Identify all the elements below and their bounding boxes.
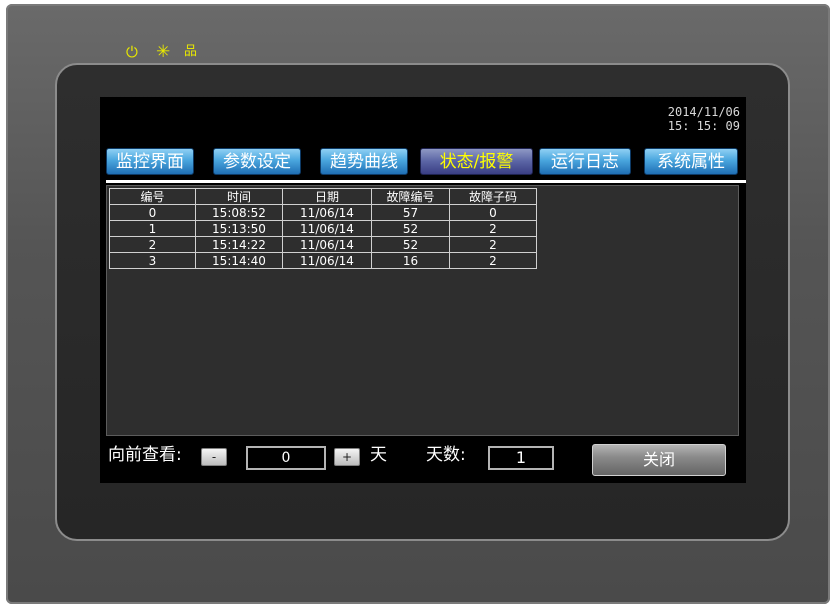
run-indicator-icon: ✳ [156,42,171,62]
lookback-label: 向前查看: [108,445,182,465]
cell-time: 15:08:52 [195,204,283,221]
col-header-time: 时间 [195,188,283,205]
tab-run-log[interactable]: 运行日志 [539,148,631,175]
alarm-panel: 编号 时间 日期 故障编号 故障子码 0 15:08:52 11/06/14 5… [106,185,739,436]
cell-number: 3 [109,252,196,269]
table-row[interactable]: 3 15:14:40 11/06/14 16 2 [109,252,537,269]
time-text: 15: 15: 09 [667,119,740,133]
cell-time: 15:14:22 [195,236,283,253]
days-label: 天数: [426,445,466,465]
cell-number: 2 [109,236,196,253]
datetime-display: 2014/11/06 15: 15: 09 [668,105,740,133]
decrement-button[interactable]: - [201,448,227,466]
col-header-date: 日期 [282,188,372,205]
table-row[interactable]: 1 15:13:50 11/06/14 52 2 [109,220,537,237]
cell-date: 11/06/14 [282,220,372,237]
col-header-fault-code: 故障编号 [371,188,450,205]
table-row[interactable]: 0 15:08:52 11/06/14 57 0 [109,204,537,221]
tab-monitor[interactable]: 监控界面 [106,148,194,175]
close-button[interactable]: 关闭 [592,444,726,476]
cell-number: 0 [109,204,196,221]
table-row[interactable]: 2 15:14:22 11/06/14 52 2 [109,236,537,253]
day-unit-label: 天 [370,445,387,465]
cell-date: 11/06/14 [282,204,372,221]
lookback-days-field[interactable]: 0 [246,446,326,470]
cell-fault-code: 16 [371,252,450,269]
cell-date: 11/06/14 [282,236,372,253]
alarm-table: 编号 时间 日期 故障编号 故障子码 0 15:08:52 11/06/14 5… [109,188,537,269]
col-header-number: 编号 [109,188,196,205]
days-count-field[interactable]: 1 [488,446,554,470]
cell-fault-subcode: 0 [449,204,537,221]
cell-time: 15:14:40 [195,252,283,269]
tab-parameters[interactable]: 参数设定 [213,148,301,175]
power-icon: ⏻ [126,43,138,61]
col-header-fault-subcode: 故障子码 [449,188,537,205]
tab-status-alarm[interactable]: 状态/报警 [420,148,533,175]
cell-fault-subcode: 2 [449,252,537,269]
increment-button[interactable]: + [334,448,360,466]
tab-system-properties[interactable]: 系统属性 [644,148,738,175]
cell-fault-subcode: 2 [449,220,537,237]
cell-date: 11/06/14 [282,252,372,269]
cell-fault-code: 52 [371,236,450,253]
cell-fault-code: 52 [371,220,450,237]
cell-fault-code: 57 [371,204,450,221]
tab-divider [106,180,746,183]
date-text: 2014/11/06 [667,105,740,119]
footer-controls: 向前查看: - 0 + 天 天数: 1 关闭 [106,440,740,478]
cell-fault-subcode: 2 [449,236,537,253]
cell-time: 15:13:50 [195,220,283,237]
hmi-screen: 2014/11/06 15: 15: 09 监控界面 参数设定 趋势曲线 状态/… [100,97,746,483]
table-header-row: 编号 时间 日期 故障编号 故障子码 [109,188,537,205]
tab-trend[interactable]: 趋势曲线 [320,148,408,175]
cell-number: 1 [109,220,196,237]
network-icon: 品 [184,44,198,59]
